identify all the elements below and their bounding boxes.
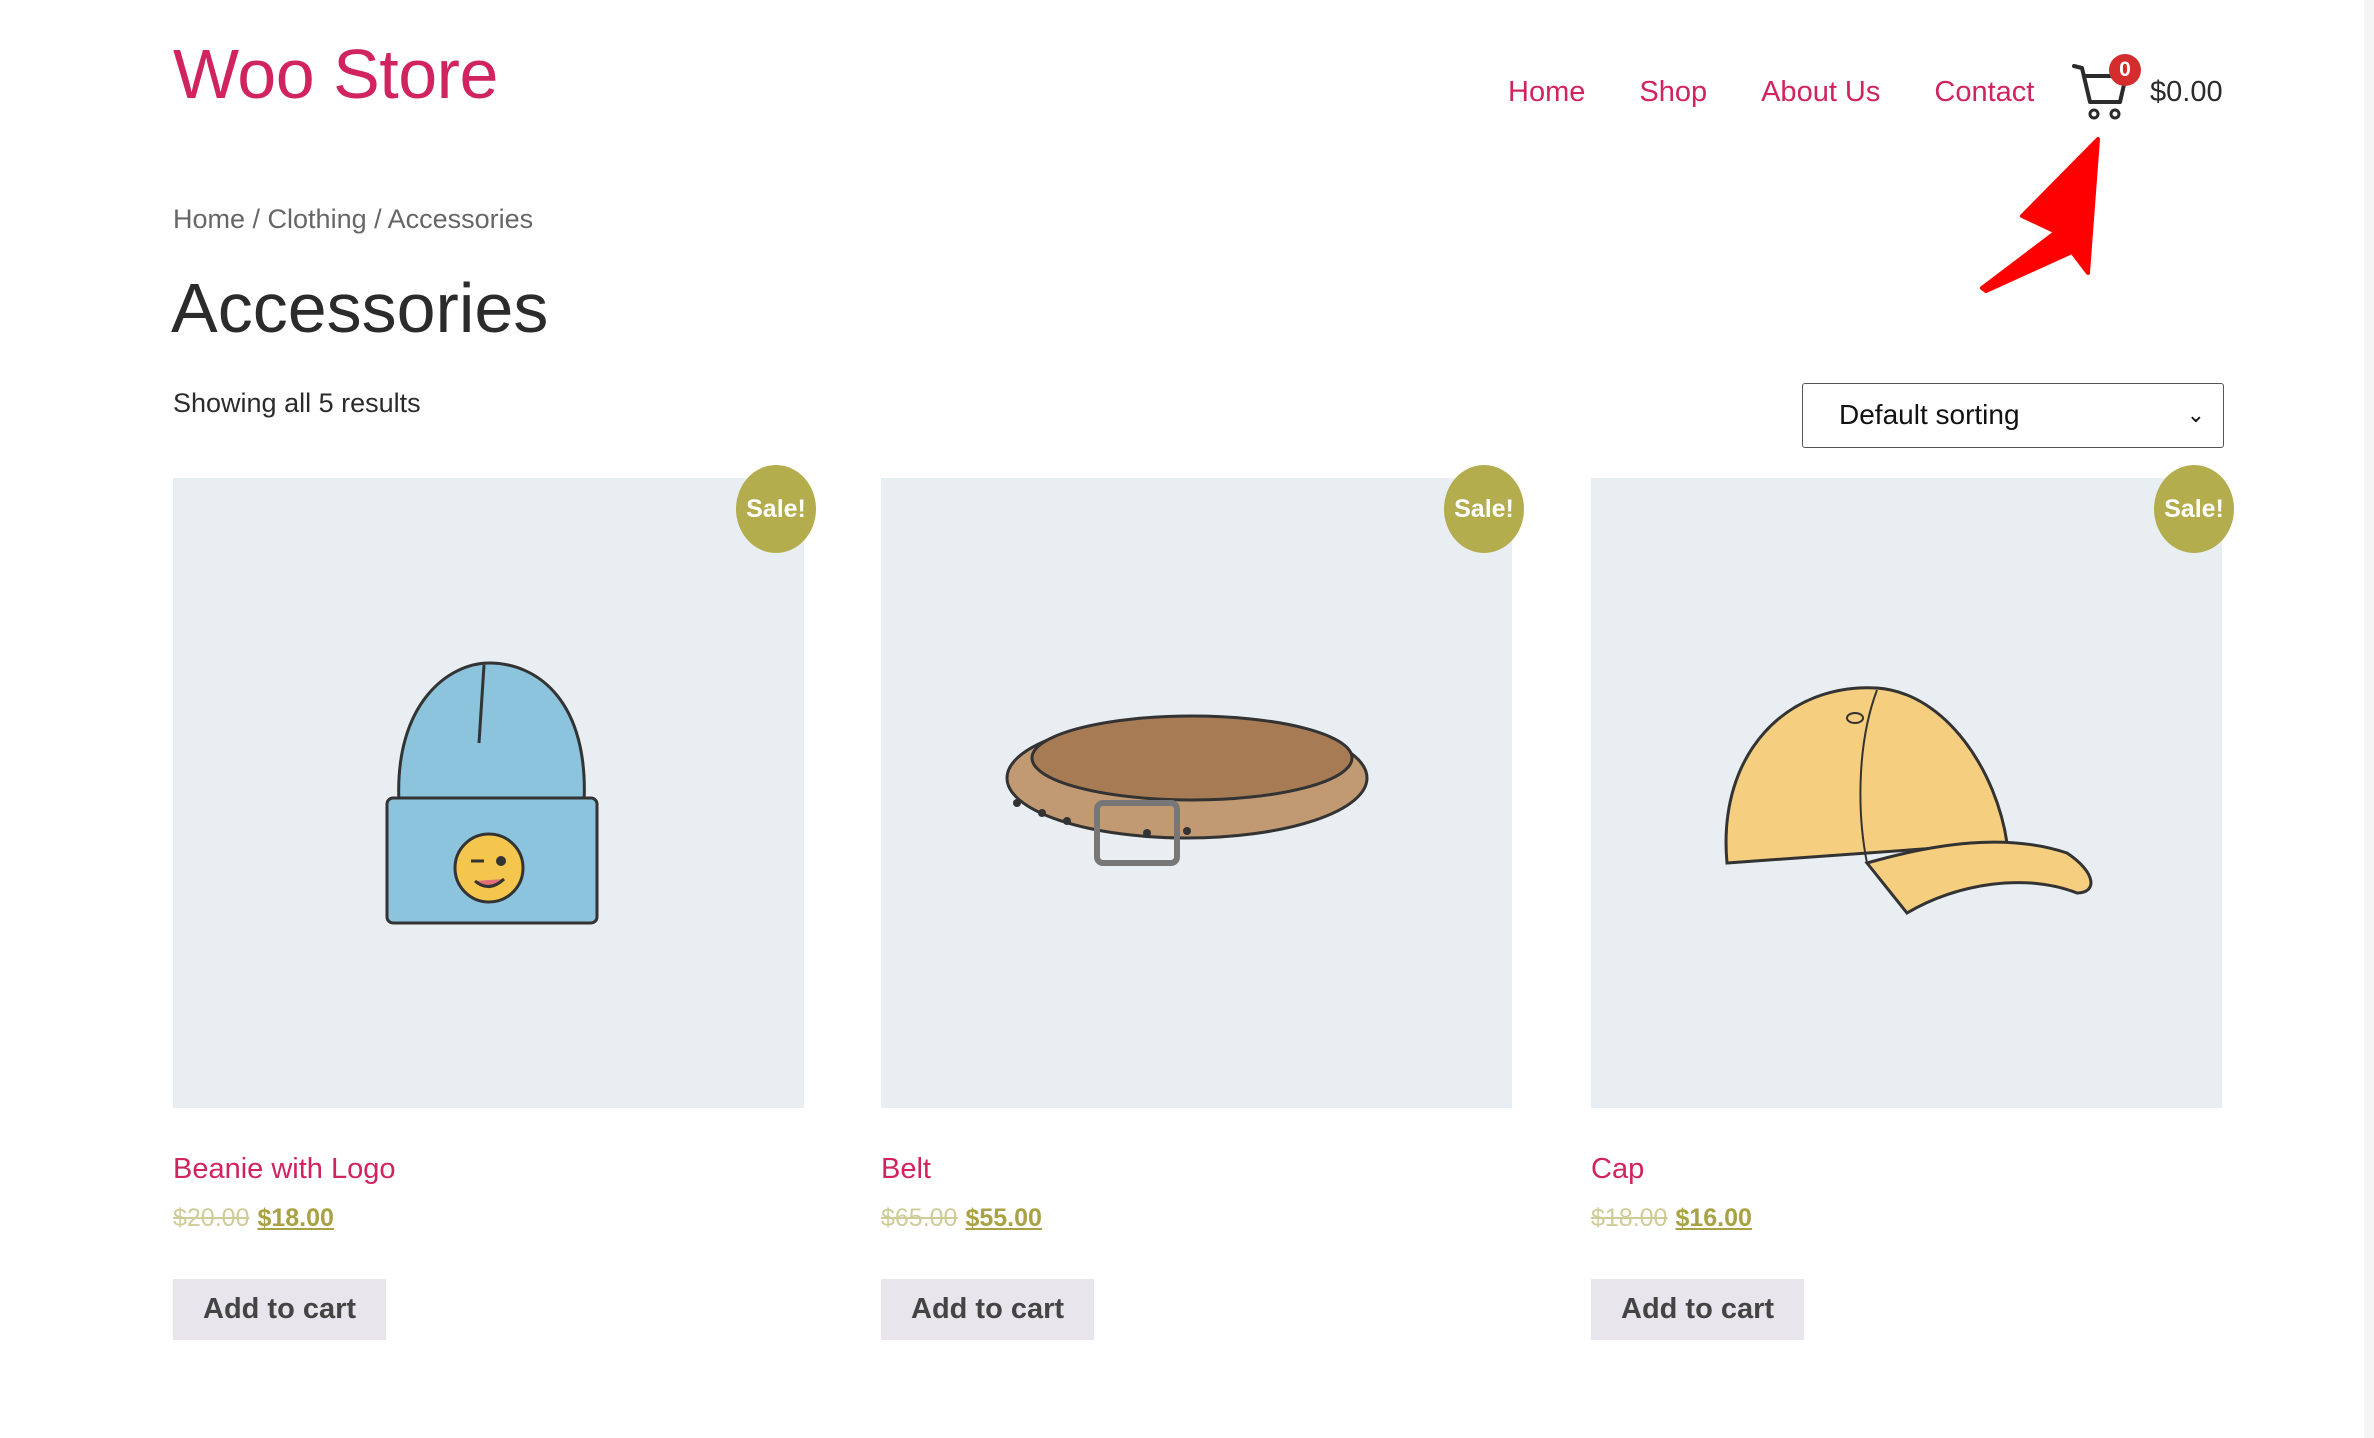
product-card: Sale! Cap $18.00 $16.00 Add to cart [1591,465,2234,1340]
product-image-cap[interactable] [1591,478,2222,1108]
breadcrumb: Home / Clothing / Accessories [173,204,533,235]
sort-select[interactable]: Default sorting ⌄ [1802,383,2224,448]
product-title[interactable]: Belt [881,1153,931,1186]
nav-home[interactable]: Home [1508,76,1585,109]
cart-total[interactable]: $0.00 [2150,76,2223,109]
sale-badge: Sale! [736,465,816,553]
breadcrumb-clothing[interactable]: Clothing [268,204,367,234]
breadcrumb-home[interactable]: Home [173,204,245,234]
nav-shop[interactable]: Shop [1639,76,1707,109]
add-to-cart-button[interactable]: Add to cart [173,1279,387,1340]
breadcrumb-separator: / [245,204,268,234]
cart-count-badge: 0 [2109,54,2141,86]
sale-badge: Sale! [2154,465,2234,553]
chevron-down-icon: ⌄ [2186,402,2205,427]
regular-price: $20.00 [173,1204,250,1232]
product-price: $20.00 $18.00 [173,1204,334,1233]
sale-price: $18.00 [257,1204,334,1232]
sort-selected: Default sorting [1839,399,2020,430]
nav-contact[interactable]: Contact [1934,76,2034,109]
breadcrumb-current: Accessories [387,204,534,234]
add-to-cart-button[interactable]: Add to cart [1591,1279,1805,1340]
product-price: $65.00 $55.00 [881,1204,1042,1233]
product-image-beanie[interactable] [173,478,804,1108]
main-nav: Home Shop About Us Contact [1508,76,2034,109]
regular-price: $65.00 [881,1204,958,1232]
page-title: Accessories [171,269,549,347]
scrollbar[interactable] [2364,0,2374,1438]
nav-about-us[interactable]: About Us [1761,76,1880,109]
product-card: Sale! Beanie with Logo $20.00 $18.00 Add … [173,465,816,1340]
regular-price: $18.00 [1591,1204,1668,1232]
sale-badge: Sale! [1444,465,1524,553]
product-title[interactable]: Beanie with Logo [173,1153,396,1186]
product-price: $18.00 $16.00 [1591,1204,1752,1233]
sale-price: $16.00 [1675,1204,1752,1232]
product-image-belt[interactable] [881,478,1512,1108]
site-logo[interactable]: Woo Store [173,34,498,114]
annotation-arrow-icon [1980,137,2100,293]
product-card: Sale! Belt $65.00 $55.00 Add to cart [881,465,1524,1340]
result-count: Showing all 5 results [173,388,421,418]
add-to-cart-button[interactable]: Add to cart [881,1279,1095,1340]
sale-price: $55.00 [965,1204,1042,1232]
breadcrumb-separator: / [366,204,388,234]
product-title[interactable]: Cap [1591,1153,1644,1186]
